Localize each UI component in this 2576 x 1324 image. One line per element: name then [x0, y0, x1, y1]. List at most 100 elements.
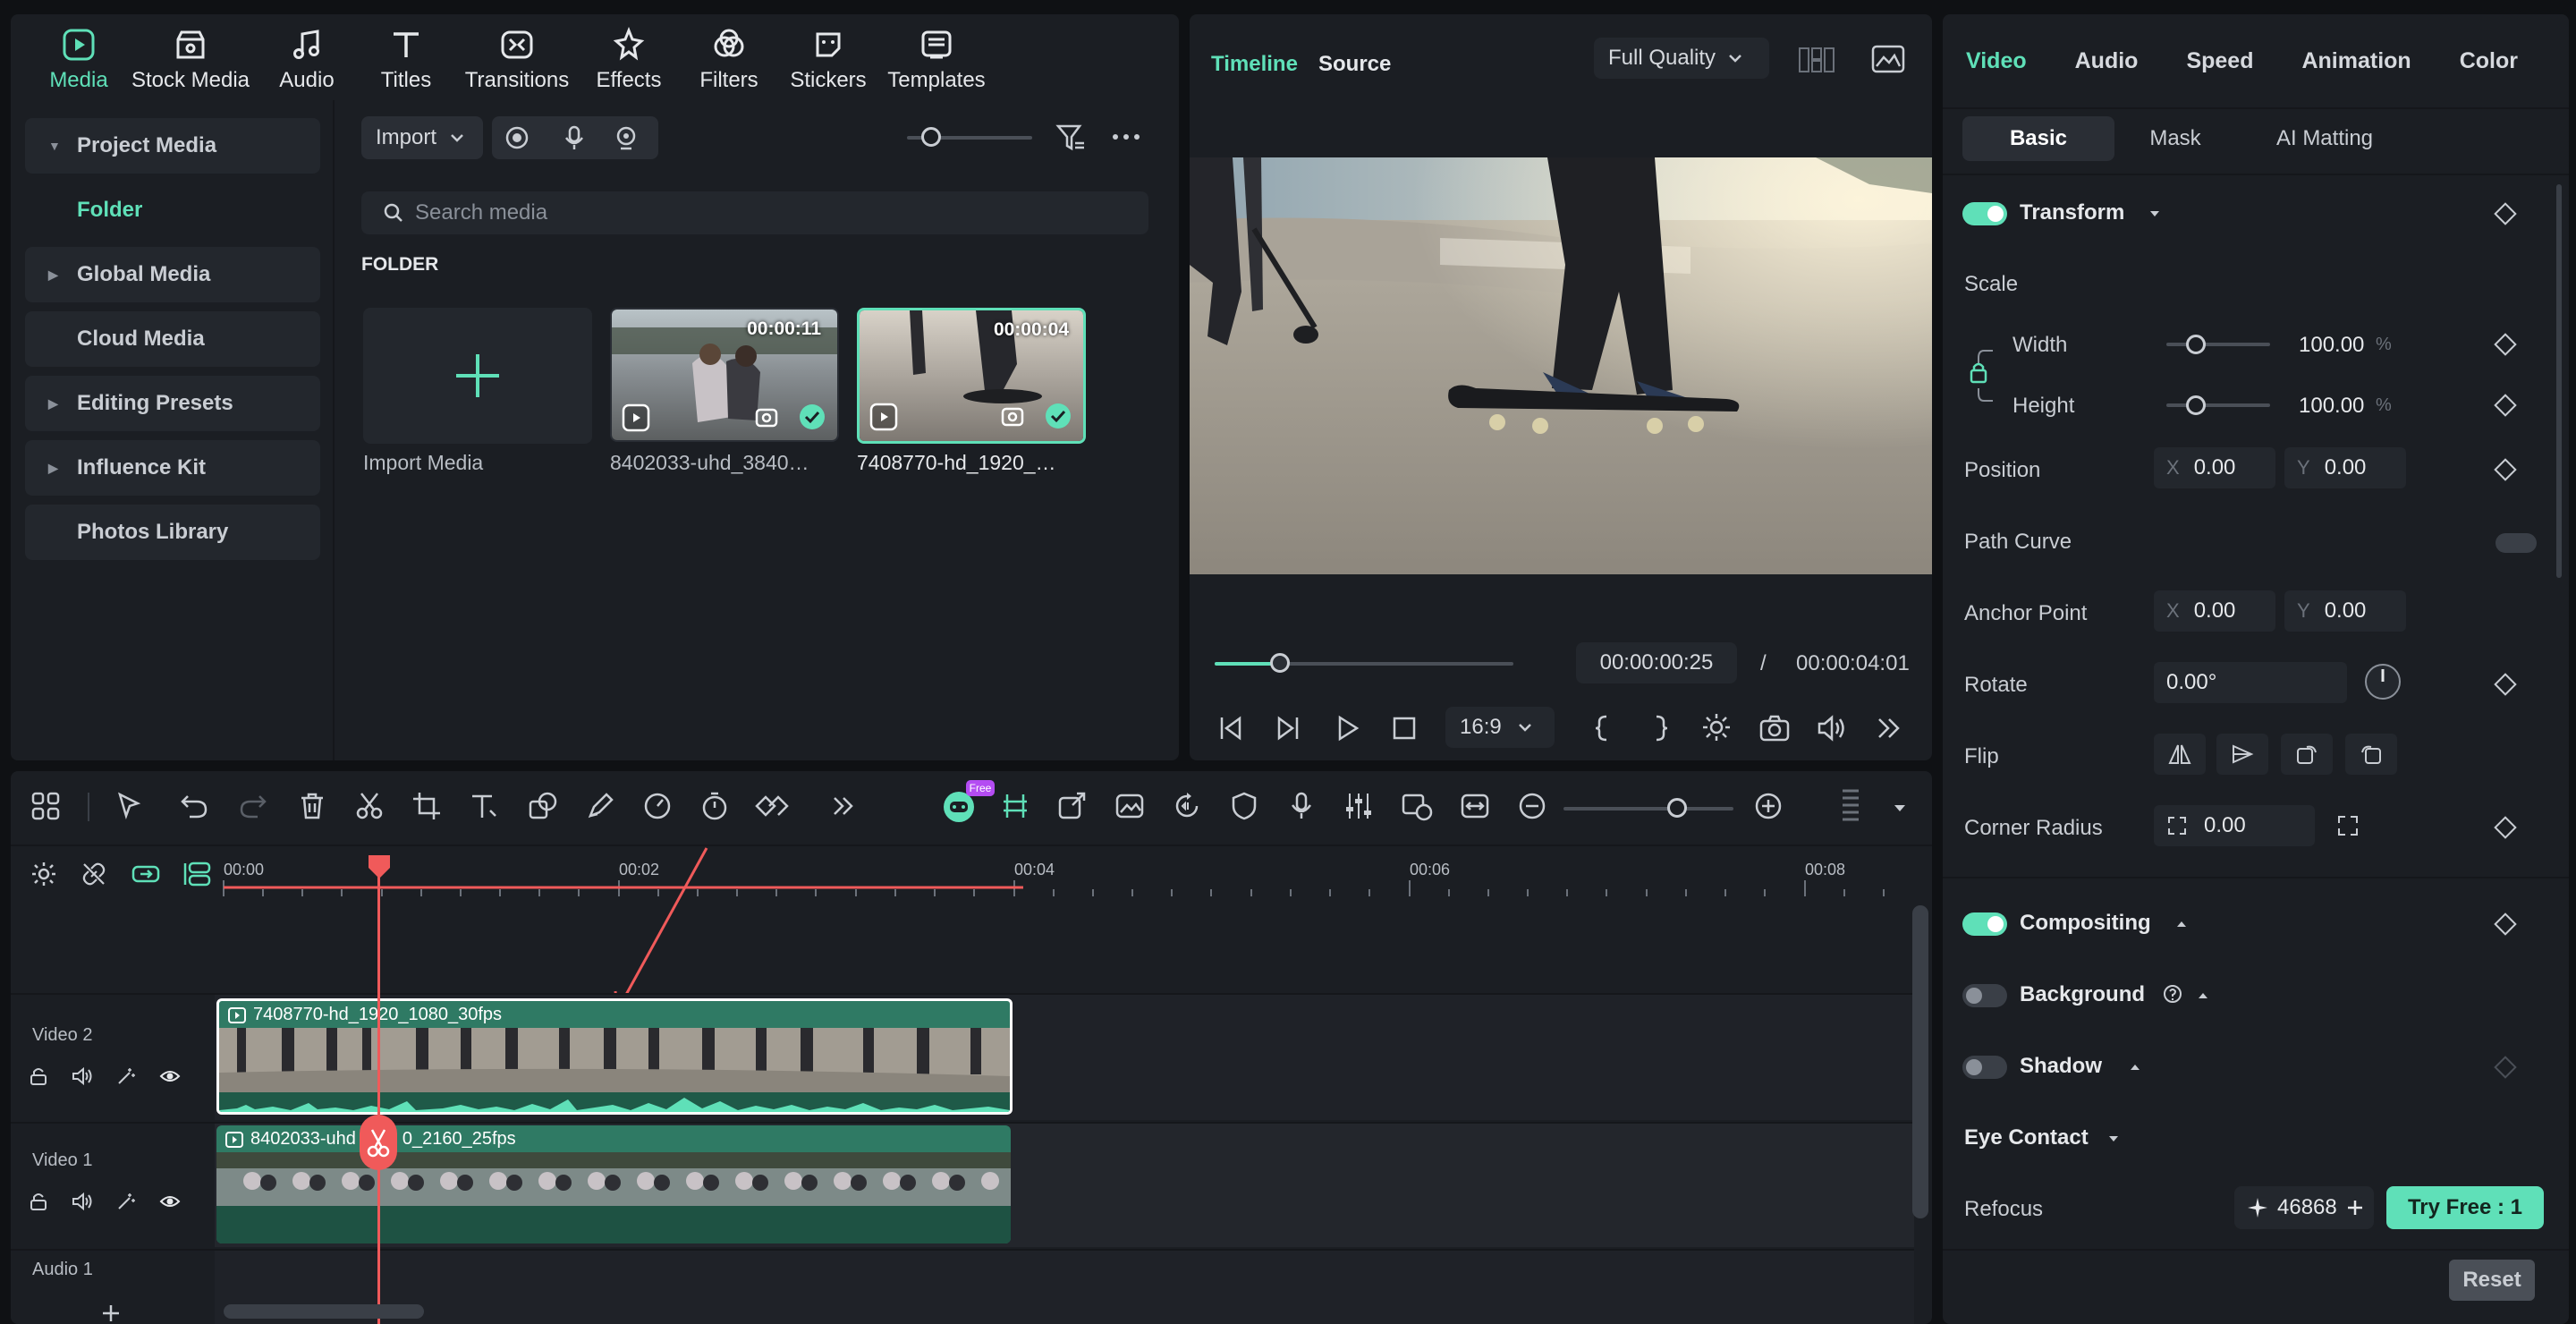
previous-frame-icon[interactable] [1216, 714, 1245, 743]
subtab-mask[interactable]: Mask [2113, 116, 2238, 161]
tab-timeline[interactable]: Timeline [1211, 52, 1298, 77]
shape-icon[interactable] [528, 791, 558, 821]
undo-icon[interactable] [179, 791, 209, 821]
timer-icon[interactable] [699, 791, 730, 821]
lock-ratio-icon[interactable] [1962, 340, 1998, 420]
track-height-icon[interactable] [1835, 787, 1866, 827]
settings-gear-icon[interactable] [1701, 712, 1732, 743]
thumbnail-size-knob[interactable] [921, 127, 941, 147]
audio-sync-icon[interactable] [1172, 791, 1202, 821]
tab-stickers[interactable]: Stickers [778, 14, 878, 93]
keyframe-diamond-icon[interactable] [2494, 333, 2517, 356]
select-arrow-icon[interactable] [114, 791, 145, 821]
tab-source[interactable]: Source [1318, 52, 1391, 77]
text-tool-icon[interactable] [469, 791, 499, 821]
properties-scrollbar[interactable] [2556, 184, 2562, 578]
height-value[interactable]: 100.00 [2299, 394, 2364, 419]
compositing-toggle[interactable] [1962, 912, 2007, 936]
caret-up-icon[interactable] [2129, 1063, 2141, 1072]
sidebar-item-folder[interactable]: Folder [25, 182, 320, 238]
tab-audio[interactable]: Audio [2075, 48, 2139, 74]
reset-button[interactable]: Reset [2449, 1260, 2535, 1301]
track-lane-audio-1[interactable] [215, 1249, 1914, 1324]
mask-shield-icon[interactable] [1229, 791, 1259, 821]
fullscreen-chevrons-icon[interactable] [1875, 714, 1903, 743]
sidebar-item-global-media[interactable]: ▶ Global Media [25, 247, 320, 302]
audio-mixer-icon[interactable] [1343, 791, 1374, 821]
sidebar-item-photos-library[interactable]: Photos Library [25, 505, 320, 560]
zoom-out-icon[interactable] [1517, 791, 1547, 821]
sidebar-item-editing-presets[interactable]: ▶ Editing Presets [25, 376, 320, 431]
media-thumbnail-selected[interactable]: 00:00:04 [857, 308, 1086, 444]
magic-wand-icon[interactable] [116, 1066, 136, 1086]
subtab-ai-matting[interactable]: AI Matting [2240, 116, 2410, 161]
playback-progress-knob[interactable] [1270, 653, 1291, 673]
timeline-zoom-slider[interactable] [1563, 807, 1733, 811]
timeline-horizontal-scrollbar[interactable] [224, 1304, 424, 1319]
corner-radius-field[interactable]: 0.00 [2154, 805, 2315, 846]
magic-wand-icon[interactable] [116, 1192, 136, 1211]
snapshot-image-icon[interactable] [1871, 45, 1905, 73]
record-voiceover-icon[interactable] [1286, 791, 1317, 821]
flip-vertical-button[interactable] [2216, 734, 2268, 775]
keyframe-diamond-icon[interactable] [2494, 673, 2517, 696]
flip-horizontal-button[interactable] [2154, 734, 2206, 775]
zoom-in-icon[interactable] [1753, 791, 1784, 821]
timeline-clip-video-2[interactable]: 7408770-hd_1920_1080_30fps [216, 998, 1013, 1115]
timeline-clip-video-1[interactable]: 8402033-uhd 0_2160_25fps [216, 1125, 1011, 1243]
try-free-button[interactable]: Try Free : 1 [2386, 1186, 2544, 1229]
timeline-vertical-scrollbar[interactable] [1912, 905, 1928, 1218]
caret-up-icon[interactable] [2197, 991, 2209, 1000]
search-input[interactable]: Search media [361, 191, 1148, 234]
sidebar-item-cloud-media[interactable]: Cloud Media [25, 311, 320, 367]
tab-color[interactable]: Color [2460, 48, 2518, 74]
subtab-basic[interactable]: Basic [1962, 116, 2114, 161]
rotate-left-button[interactable] [2345, 734, 2397, 775]
playhead-line[interactable] [377, 866, 380, 1324]
grid-view-icon[interactable] [1798, 47, 1835, 73]
background-toggle[interactable] [1962, 984, 2007, 1007]
shadow-toggle[interactable] [1962, 1056, 2007, 1079]
auto-cut-icon[interactable] [1000, 791, 1030, 821]
tab-media[interactable]: Media [34, 14, 123, 93]
next-frame-icon[interactable] [1274, 714, 1302, 743]
lock-icon[interactable] [29, 1066, 48, 1086]
pip-icon[interactable] [1401, 791, 1433, 821]
eye-icon[interactable] [159, 1066, 181, 1086]
width-slider[interactable] [2166, 343, 2270, 346]
aspect-ratio-dropdown[interactable]: 16:9 [1445, 707, 1555, 748]
width-value[interactable]: 100.00 [2299, 333, 2364, 358]
keyframe-diamond-icon[interactable] [2494, 458, 2517, 481]
split-scissors-icon[interactable] [354, 791, 385, 821]
caret-down-icon[interactable] [2107, 1134, 2120, 1143]
transform-toggle[interactable] [1962, 202, 2007, 225]
empty-track-area[interactable] [215, 902, 1914, 1000]
position-x-field[interactable]: X 0.00 [2154, 447, 2275, 488]
caret-down-icon[interactable] [1893, 803, 1907, 814]
keyframe-diamond-icon[interactable] [2494, 912, 2517, 936]
pen-icon[interactable] [585, 791, 615, 821]
tab-filters[interactable]: Filters [680, 14, 778, 93]
add-track-icon[interactable] [100, 1303, 122, 1324]
anchor-x-field[interactable]: X 0.00 [2154, 590, 2275, 632]
tab-effects[interactable]: Effects [578, 14, 680, 93]
playhead-handle-icon[interactable] [367, 853, 392, 880]
export-share-icon[interactable] [1057, 791, 1088, 821]
speaker-icon[interactable] [72, 1066, 93, 1086]
unlink-icon[interactable] [80, 861, 107, 887]
microphone-icon[interactable] [562, 125, 587, 150]
media-thumbnail[interactable]: 00:00:11 [610, 308, 839, 442]
video-preview[interactable] [1190, 157, 1932, 574]
rotate-dial-icon[interactable] [2363, 662, 2402, 701]
timeline-zoom-knob[interactable] [1667, 798, 1687, 818]
height-slider-knob[interactable] [2186, 395, 2206, 415]
keyframe-diamond-icon[interactable] [2494, 394, 2517, 417]
width-slider-knob[interactable] [2186, 335, 2206, 354]
caret-up-icon[interactable] [2175, 920, 2188, 929]
path-curve-toggle[interactable] [2496, 533, 2537, 553]
help-icon[interactable] [2163, 984, 2182, 1004]
sidebar-item-project-media[interactable]: ▼ Project Media [25, 118, 320, 174]
height-slider[interactable] [2166, 403, 2270, 407]
speed-icon[interactable] [642, 791, 673, 821]
play-icon[interactable] [1333, 714, 1361, 743]
